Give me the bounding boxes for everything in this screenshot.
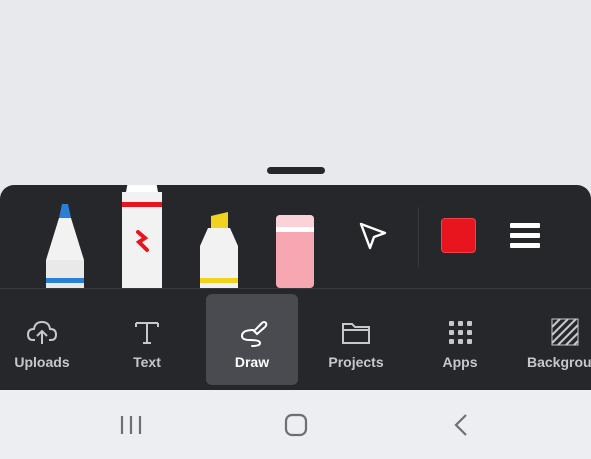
tray-divider	[418, 207, 419, 267]
app-root: Uploads Text Draw Projects Apps Backgrou	[0, 0, 591, 459]
nav-label: Draw	[234, 354, 270, 370]
nav-label: Text	[133, 354, 161, 370]
cloud-upload-icon	[26, 320, 58, 344]
grid-icon	[449, 321, 472, 344]
back-button[interactable]	[447, 410, 477, 440]
home-icon	[284, 413, 308, 437]
back-icon	[454, 414, 467, 436]
drag-handle[interactable]	[267, 167, 325, 174]
hamburger-icon	[510, 223, 540, 248]
nav-projects[interactable]: Projects	[310, 294, 402, 385]
nav-label: Apps	[442, 354, 478, 370]
recents-button[interactable]	[116, 410, 146, 440]
draw-tool-tray	[0, 185, 591, 288]
bottom-nav: Uploads Text Draw Projects Apps Backgrou	[0, 288, 591, 390]
draw-icon	[240, 321, 268, 347]
text-icon	[135, 322, 159, 344]
pen-icon	[46, 204, 84, 288]
home-button[interactable]	[281, 410, 311, 440]
system-navigation-bar	[0, 390, 591, 459]
marker-tool[interactable]	[120, 185, 164, 288]
nav-label: Projects	[328, 354, 384, 370]
stroke-options-button[interactable]	[510, 223, 540, 249]
highlighter-tool[interactable]	[198, 198, 240, 288]
nav-apps[interactable]: Apps	[414, 294, 506, 385]
folder-icon	[342, 323, 370, 344]
marker-icon	[122, 185, 162, 288]
select-tool[interactable]	[356, 219, 390, 253]
nav-label: Backgrou	[527, 354, 591, 370]
nav-label: Uploads	[14, 354, 70, 370]
recents-icon	[120, 416, 142, 434]
background-pattern-icon	[551, 318, 579, 346]
eraser-tool[interactable]	[274, 213, 316, 288]
nav-backgrounds[interactable]: Backgrou	[519, 294, 591, 385]
nav-uploads[interactable]: Uploads	[0, 294, 88, 385]
nav-text[interactable]: Text	[101, 294, 193, 385]
nav-draw[interactable]: Draw	[206, 294, 298, 385]
pen-tool[interactable]	[44, 198, 86, 288]
eraser-icon	[276, 215, 314, 288]
highlighter-icon	[200, 212, 238, 288]
pointer-arrow-icon	[359, 222, 387, 250]
drawing-canvas[interactable]	[0, 0, 591, 185]
color-swatch[interactable]	[441, 218, 476, 253]
